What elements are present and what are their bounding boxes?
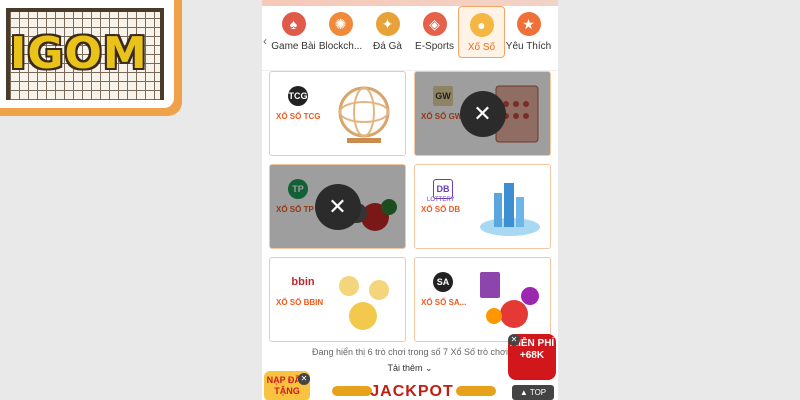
tab-da-ga[interactable]: ✦ Đá Gà (364, 6, 411, 58)
maintenance-icon: ✕ (459, 90, 506, 137)
bingo-balls-icon (480, 272, 539, 328)
game-card-sa[interactable]: SA XỔ SỐ SA... (414, 257, 551, 342)
tab-blockchain[interactable]: ✺ Blockch... (317, 6, 364, 58)
game-name: XỔ SỐ DB (421, 205, 461, 214)
gamepad-icon: ◈ (422, 12, 447, 36)
game-name: XỔ SỐ TCG (276, 112, 321, 121)
gold-balls-icon (339, 276, 389, 330)
lottery-balls-icon: ● (469, 13, 494, 37)
bbin-logo-icon: bbin (291, 276, 315, 288)
game-name: XỔ SỐ BBIN (276, 298, 324, 307)
rooster-icon: ✦ (375, 12, 400, 36)
tab-esports[interactable]: ◈ E-Sports (411, 6, 458, 58)
category-tabs: ‹ ♠ Game Bài ✺ Blockch... ✦ Đá Gà ◈ E-Sp… (262, 6, 558, 64)
close-icon[interactable]: ✕ (298, 373, 310, 385)
game-card-tp[interactable]: TP XỔ SỐ TP ✕ (269, 164, 406, 249)
city-skyline-icon (480, 183, 540, 236)
game-card-bbin[interactable]: bbin XỔ SỐ BBIN (269, 257, 406, 342)
blockchain-icon: ✺ (328, 12, 353, 36)
db-logo-sub: LOTTERY (427, 197, 455, 203)
scroll-top-button[interactable]: ▲ TOP (512, 385, 554, 400)
tab-label: Xổ Số (467, 42, 496, 53)
tab-label: Yêu Thích (505, 41, 552, 52)
game-card-gw[interactable]: GW XỔ SỐ GW ✕ (414, 71, 551, 156)
tab-yeu-thich[interactable]: ★ Yêu Thích (505, 6, 552, 58)
maintenance-icon: ✕ (314, 183, 361, 230)
tab-label: Blockch... (318, 41, 363, 52)
game-card-tcg[interactable]: TCG XỔ SỐ TCG (269, 71, 406, 156)
star-icon: ★ (516, 12, 541, 36)
tab-xo-so[interactable]: ● Xổ Số (458, 6, 505, 58)
tab-label: Đá Gà (373, 41, 402, 52)
sa-logo-icon: SA (433, 272, 453, 292)
tab-label: Game Bài (271, 41, 316, 52)
close-icon[interactable]: ✕ (508, 334, 520, 346)
tab-label: E-Sports (415, 41, 454, 52)
jackpot-banner[interactable]: JACKPOT (322, 383, 502, 400)
game-name: XỔ SỐ SA... (421, 298, 467, 307)
brand-logo: IGOM (0, 0, 182, 116)
db-logo-icon: DB (433, 179, 453, 199)
game-card-db[interactable]: DB LOTTERY XỔ SỐ DB (414, 164, 551, 249)
cards-icon: ♠ (281, 12, 306, 36)
chevron-left-icon[interactable]: ‹ (263, 34, 267, 48)
lottery-drum-icon (338, 86, 390, 143)
tab-game-bai[interactable]: ♠ Game Bài (270, 6, 317, 58)
tcg-logo-icon: TCG (288, 86, 308, 106)
logo-text: IGOM (10, 28, 148, 79)
